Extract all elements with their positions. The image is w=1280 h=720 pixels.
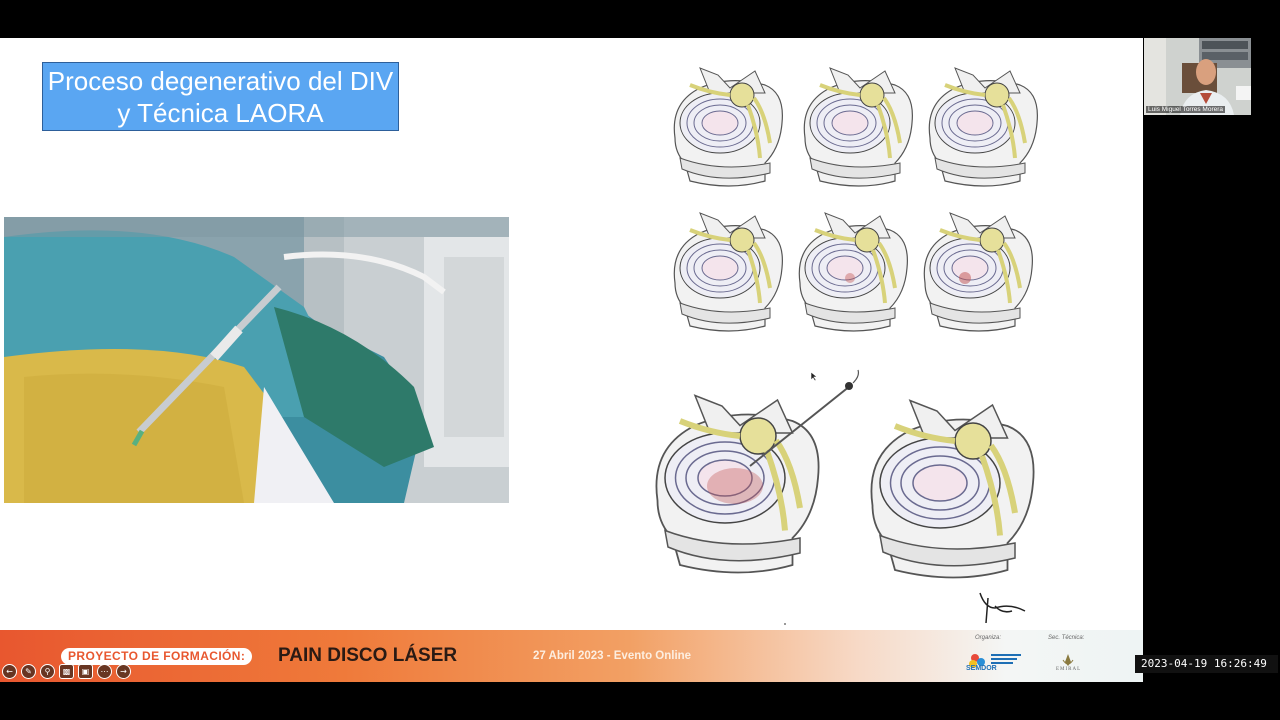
semdor-name: SEMDOR [966,665,997,672]
arrow-right-icon[interactable]: → [116,664,131,679]
slide-title-line1: Proceso degenerativo del DIV [47,66,394,96]
participant-name: Luis Miguel Torres Morera [1146,106,1226,113]
more-icon[interactable]: ⋯ [97,664,112,679]
slide-dot [784,623,786,625]
zoom-icon[interactable]: ⚲ [40,664,55,679]
presentation-slide: Proceso degenerativo del DIV y Técnica L… [0,38,1143,630]
procedure-photo [4,217,509,503]
event-banner: PROYECTO DE FORMACIÓN: PAIN DISCO LÁSER … [0,630,1143,682]
mouse-pointer-icon [810,371,818,382]
organiza-label: Organiza: [975,635,1002,641]
pen-icon[interactable]: ✎ [21,664,36,679]
slide-title: Proceso degenerativo del DIV y Técnica L… [42,62,399,131]
presentation-toolbar: ← ✎ ⚲ ▩ ▣ ⋯ → [2,664,131,679]
recording-timestamp: 2023-04-19 16:26:49 [1135,655,1278,673]
project-label: PROYECTO DE FORMACIÓN: [61,648,253,665]
emiral-logo-icon [1062,654,1074,666]
disc-degeneration-illustrations [640,66,1040,624]
slide-title-line2: y Técnica LAORA [117,98,324,128]
event-date: 27 Abril 2023 - Evento Online [533,650,692,662]
captions-icon[interactable]: ▩ [59,664,74,679]
screen-icon[interactable]: ▣ [78,664,93,679]
arrow-left-icon[interactable]: ← [2,664,17,679]
emiral-name: EMIRAL [1056,667,1082,672]
video-frame: Proceso degenerativo del DIV y Técnica L… [0,0,1280,720]
sec-tecnica-label: Sec. Técnica: [1048,635,1085,641]
event-title: PAIN DISCO LÁSER [278,645,458,666]
participant-video [1144,38,1251,115]
